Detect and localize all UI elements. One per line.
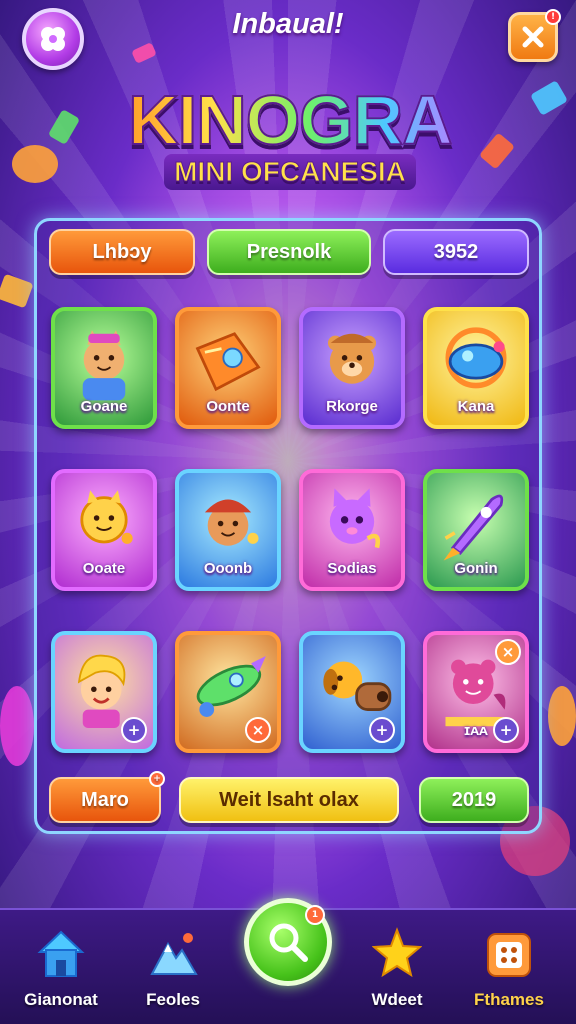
nav-item-wdeet[interactable]: Wdeet bbox=[342, 920, 452, 1020]
nav-item-home[interactable]: Gianonat bbox=[6, 920, 116, 1020]
remove-badge-icon[interactable]: × bbox=[245, 717, 271, 743]
game-selection-panel: Lhbɔy Presnolk 3952 Goane Oonte Rkorge Kana… bbox=[34, 218, 542, 834]
tile-label: Sodias bbox=[327, 560, 377, 577]
puzzle-icon bbox=[487, 933, 531, 977]
confetti-decoration bbox=[0, 273, 34, 309]
nav-item-feoles[interactable]: Feoles bbox=[118, 920, 228, 1020]
game-tile-blue-ring-ship[interactable]: Kana bbox=[423, 307, 529, 429]
game-tile-cat-kid[interactable]: Goane bbox=[51, 307, 157, 429]
close-icon bbox=[522, 26, 544, 48]
star-icon bbox=[372, 927, 422, 978]
clover-menu-button[interactable] bbox=[22, 8, 84, 70]
bottom-pill-right[interactable]: 2019 bbox=[419, 777, 529, 823]
game-tile-dog-cannon[interactable]: + bbox=[299, 631, 405, 753]
tile-label: Ooonb bbox=[203, 560, 253, 577]
score-value: 3952 bbox=[433, 240, 479, 263]
add-badge-icon[interactable]: + bbox=[369, 717, 395, 743]
game-tile-bear-cub[interactable]: Rkorge bbox=[299, 307, 405, 429]
bottom-pill-center[interactable]: Weit lsaht olax bbox=[179, 777, 399, 823]
bottom-pill-left[interactable]: Maro + bbox=[49, 771, 165, 823]
bottom-pill-label: 2019 bbox=[451, 788, 497, 811]
confetti-decoration bbox=[548, 686, 576, 746]
game-logo: KINOGRA MINI OFCANESIA bbox=[100, 81, 480, 202]
close-button[interactable]: ! bbox=[508, 9, 561, 62]
tile-label: ɪᴀᴀ bbox=[464, 722, 488, 739]
bottom-pill-label: Weit lsaht olax bbox=[219, 788, 359, 811]
tile-label: Goane bbox=[80, 398, 128, 415]
game-tile-orange-gem[interactable]: Oonte bbox=[175, 307, 281, 429]
tile-label: Kana bbox=[457, 398, 495, 415]
nav-label: Feoles bbox=[146, 990, 200, 1009]
home-icon bbox=[37, 930, 85, 977]
search-badge: 1 bbox=[305, 905, 325, 925]
nav-label: Fthames bbox=[474, 990, 544, 1009]
top-pill-label: Presnolk bbox=[246, 240, 332, 263]
logo-title: KINOGRA bbox=[100, 81, 480, 159]
confetti-decoration bbox=[47, 109, 81, 145]
game-tile-pink-bear[interactable]: ɪᴀᴀ + × bbox=[423, 631, 529, 753]
add-badge-icon[interactable]: + bbox=[493, 717, 519, 743]
header-title: Inbaual! bbox=[232, 8, 344, 40]
top-pill-center[interactable]: Presnolk bbox=[207, 229, 371, 275]
logo-subtitle: MINI OFCANESIA bbox=[164, 154, 416, 190]
game-tile-purple-rocket[interactable]: Gonin bbox=[423, 469, 529, 591]
game-tile-green-rocket[interactable]: × bbox=[175, 631, 281, 753]
tile-label: Gonin bbox=[454, 560, 498, 577]
top-pill-label: Lhbɔy bbox=[92, 240, 152, 263]
tile-label: Rkorge bbox=[326, 398, 378, 415]
bottom-pill-label: Maro bbox=[81, 788, 129, 811]
nav-label: Wdeet bbox=[371, 990, 423, 1009]
confetti-decoration bbox=[0, 686, 34, 766]
search-button[interactable]: 1 bbox=[244, 898, 332, 986]
tile-label: Oonte bbox=[206, 398, 250, 415]
mountain-icon bbox=[150, 933, 198, 975]
confetti-decoration bbox=[478, 132, 516, 170]
game-tile-purple-cat[interactable]: Sodias bbox=[299, 469, 405, 591]
clover-icon bbox=[41, 27, 65, 51]
game-tile-bear-hat[interactable]: Ooonb bbox=[175, 469, 281, 591]
confetti-decoration bbox=[530, 80, 568, 116]
corner-close-badge-icon[interactable]: × bbox=[495, 639, 521, 665]
search-icon bbox=[269, 923, 308, 962]
score-pill[interactable]: 3952 bbox=[383, 229, 529, 275]
add-badge-icon[interactable]: + bbox=[121, 717, 147, 743]
confetti-decoration bbox=[12, 145, 58, 183]
tile-label: Ooate bbox=[82, 560, 126, 577]
notification-badge: ! bbox=[545, 9, 561, 25]
nav-label: Gianonat bbox=[24, 990, 98, 1009]
top-bar: Inbaual! ! bbox=[0, 0, 576, 80]
nav-item-fthames[interactable]: Fthames bbox=[454, 920, 564, 1020]
plus-badge: + bbox=[149, 771, 165, 787]
game-tile-blonde-boy[interactable]: + bbox=[51, 631, 157, 753]
game-tile-sun-cat[interactable]: Ooate bbox=[51, 469, 157, 591]
top-pill-left[interactable]: Lhbɔy bbox=[49, 229, 195, 275]
